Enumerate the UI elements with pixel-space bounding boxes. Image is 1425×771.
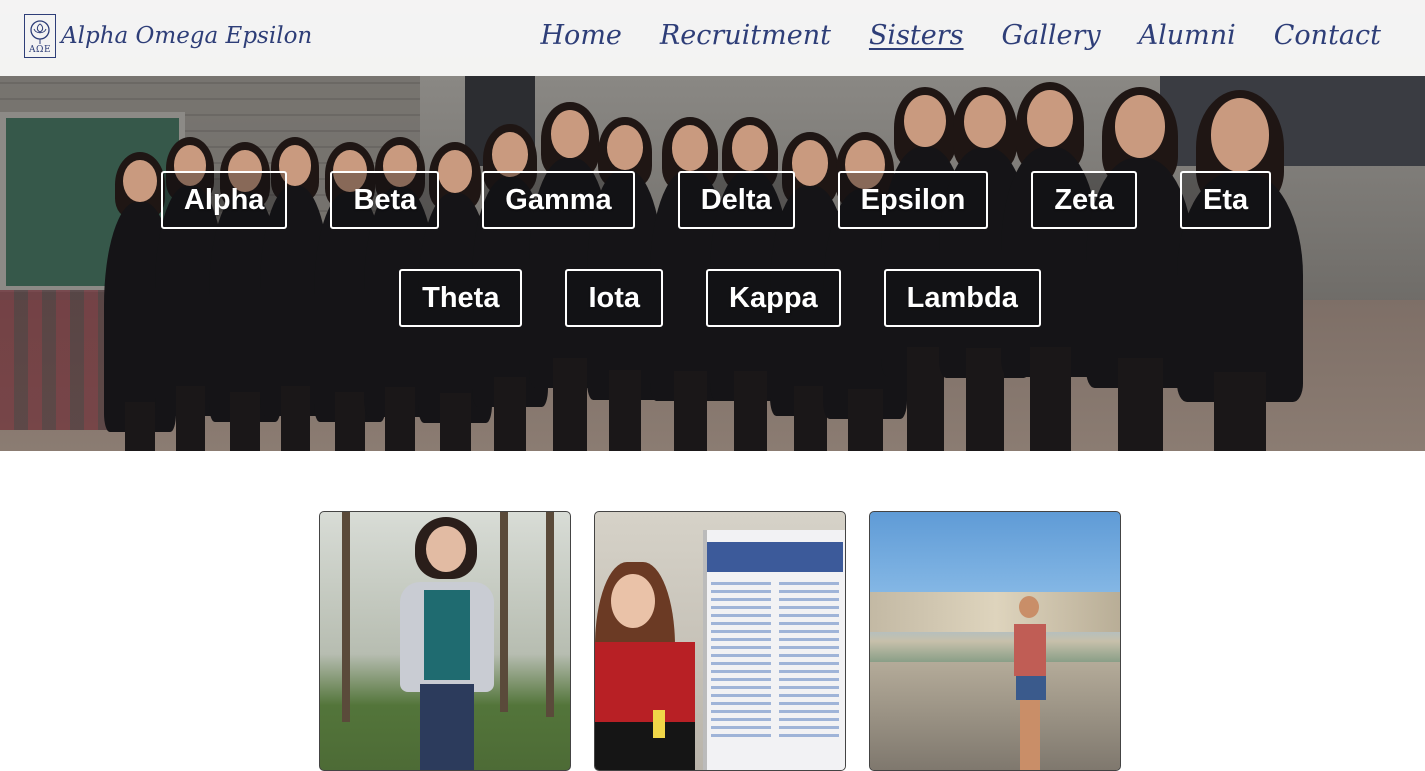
sister-face: [611, 574, 655, 628]
stone-wall: [870, 662, 1120, 770]
class-buttons-row-2: Theta Iota Kappa Lambda: [0, 269, 1425, 327]
person-legs: [335, 392, 365, 451]
sister-shorts: [1016, 676, 1046, 700]
person-legs: [125, 402, 155, 451]
person-legs: [673, 371, 707, 451]
sister-cards: [319, 511, 1121, 771]
class-button-eta[interactable]: Eta: [1179, 171, 1272, 229]
class-button-lambda[interactable]: Lambda: [883, 269, 1041, 327]
sister-card[interactable]: [319, 511, 571, 771]
nav-gallery[interactable]: Gallery: [1002, 18, 1101, 54]
person-face: [550, 110, 590, 158]
person-legs: [966, 348, 1004, 451]
person-face: [904, 95, 946, 147]
name-badge: [653, 710, 665, 738]
class-button-epsilon[interactable]: Epsilon: [837, 171, 989, 229]
person-legs: [385, 387, 415, 451]
class-buttons-row-1: Alpha Beta Gamma Delta Epsilon Zeta Eta: [0, 171, 1425, 229]
sister-top: [595, 642, 695, 722]
sister-face: [1019, 596, 1039, 618]
poster-column: [779, 582, 839, 742]
sister-face: [426, 526, 466, 572]
nav-alumni[interactable]: Alumni: [1139, 18, 1236, 54]
person-legs: [175, 385, 205, 451]
class-button-beta[interactable]: Beta: [330, 171, 440, 229]
top-navbar: AΩE Alpha Omega Epsilon Home Recruitment…: [0, 0, 1425, 76]
person-face: [1210, 98, 1270, 172]
nav-sisters[interactable]: Sisters: [869, 18, 964, 54]
person-legs: [553, 357, 587, 451]
sister-top: [424, 590, 470, 680]
person-legs: [1117, 358, 1163, 451]
brand-logo: AΩE: [24, 14, 56, 58]
person-face: [1114, 95, 1166, 158]
class-button-iota[interactable]: Iota: [565, 269, 664, 327]
nav-home[interactable]: Home: [541, 18, 622, 54]
brand-logo-letters: AΩE: [28, 45, 52, 55]
sister-jeans: [420, 684, 474, 770]
nav-contact[interactable]: Contact: [1274, 18, 1381, 54]
class-button-alpha[interactable]: Alpha: [160, 171, 288, 229]
class-button-zeta[interactable]: Zeta: [1031, 171, 1137, 229]
person-legs: [439, 393, 471, 451]
class-button-gamma[interactable]: Gamma: [482, 171, 635, 229]
person-face: [607, 125, 643, 170]
person-legs: [793, 386, 827, 451]
sister-top: [1014, 624, 1046, 676]
person-legs: [733, 371, 767, 451]
paris-buildings: [870, 592, 1120, 632]
sister-card[interactable]: [594, 511, 846, 771]
sister-legs: [1020, 700, 1040, 770]
tree-trunk: [500, 512, 508, 712]
person-legs: [906, 346, 944, 451]
person-face: [1027, 90, 1073, 148]
poster-column: [711, 582, 771, 742]
nav-recruitment[interactable]: Recruitment: [660, 18, 831, 54]
person-legs: [1029, 347, 1071, 451]
person-legs: [494, 376, 526, 451]
sister-skirt: [595, 722, 695, 770]
person-legs: [280, 385, 310, 451]
brand-home-link[interactable]: AΩE Alpha Omega Epsilon: [24, 14, 312, 58]
rose-icon: [30, 20, 50, 44]
tree-trunk: [546, 512, 554, 717]
person-face: [963, 95, 1007, 149]
brand-name: Alpha Omega Epsilon: [61, 23, 313, 49]
person-legs: [230, 392, 260, 451]
class-button-delta[interactable]: Delta: [677, 171, 795, 229]
person-legs: [1213, 371, 1267, 451]
person-legs: [609, 369, 641, 451]
class-button-theta[interactable]: Theta: [399, 269, 523, 327]
poster-header: [707, 542, 843, 572]
class-button-kappa[interactable]: Kappa: [706, 269, 841, 327]
person-legs: [847, 389, 883, 451]
sister-card[interactable]: [869, 511, 1121, 771]
main-nav: Home Recruitment Sisters Gallery Alumni …: [541, 18, 1381, 54]
tree-trunk: [342, 512, 350, 722]
